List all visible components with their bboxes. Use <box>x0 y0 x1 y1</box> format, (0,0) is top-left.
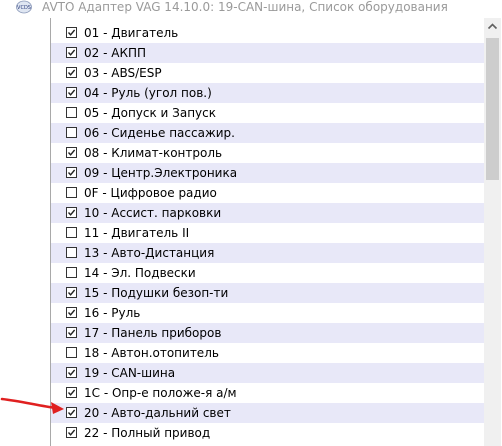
list-item-label: 13 - Авто-Дистанция <box>84 246 215 260</box>
checkmark-icon <box>67 409 76 416</box>
checkmark-icon <box>67 209 76 216</box>
checkbox[interactable] <box>66 207 77 218</box>
list-item[interactable]: 15 - Подушки безоп-ти <box>51 283 485 303</box>
checkbox[interactable] <box>66 287 77 298</box>
list-item-label: 19 - CAN-шина <box>84 366 176 380</box>
checkbox[interactable] <box>66 307 77 318</box>
equipment-list-window: VCDS AVTO Адаптер VAG 14.10.0: 19-CAN-ши… <box>0 0 502 446</box>
list-item-label: 09 - Центр.Электроника <box>84 166 238 180</box>
list-item[interactable]: 05 - Допуск и Запуск <box>51 103 485 123</box>
list-item-label: 03 - ABS/ESP <box>84 66 162 80</box>
list-item-label: 05 - Допуск и Запуск <box>84 106 217 120</box>
list-item[interactable]: 1C - Опр-е положе-я а/м <box>51 383 485 403</box>
list-item-label: 06 - Сиденье пассажир. <box>84 126 235 140</box>
list-item-label: 16 - Руль <box>84 306 141 320</box>
list-item[interactable]: 16 - Руль <box>51 303 485 323</box>
list-item-label: 08 - Климат-контроль <box>84 146 223 160</box>
list-item[interactable]: 10 - Ассист. парковки <box>51 203 485 223</box>
annotation-arrow-icon <box>0 397 64 414</box>
checkbox[interactable] <box>66 107 77 118</box>
checkmark-icon <box>67 49 76 56</box>
checkbox[interactable] <box>66 87 77 98</box>
list-item-label: 04 - Руль (угол пов.) <box>84 86 212 100</box>
checkmark-icon <box>67 169 76 176</box>
checkbox[interactable] <box>66 227 77 238</box>
list-item-label: 18 - Автон.отопитель <box>84 346 219 360</box>
checkbox[interactable] <box>66 407 77 418</box>
vertical-scrollbar[interactable] <box>484 18 501 446</box>
checkbox[interactable] <box>66 187 77 198</box>
list-item-label: 14 - Эл. Подвески <box>84 266 196 280</box>
checkbox[interactable] <box>66 147 77 158</box>
checkbox[interactable] <box>66 127 77 138</box>
list-item[interactable]: 08 - Климат-контроль <box>51 143 485 163</box>
checkmark-icon <box>67 389 76 396</box>
checkmark-icon <box>67 89 76 96</box>
vcds-app-icon: VCDS <box>16 0 32 14</box>
scrollbar-thumb[interactable] <box>486 38 499 180</box>
checkmark-icon <box>67 329 76 336</box>
list-item-label: 01 - Двигатель <box>84 26 179 40</box>
checkbox[interactable] <box>66 47 77 58</box>
list-item[interactable]: 04 - Руль (угол пов.) <box>51 83 485 103</box>
list-item[interactable]: 17 - Панель приборов <box>51 323 485 343</box>
checkmark-icon <box>67 149 76 156</box>
list-item[interactable]: 20 - Авто-дальний свет <box>51 403 485 423</box>
list-item[interactable]: 09 - Центр.Электроника <box>51 163 485 183</box>
list-item[interactable]: 02 - АКПП <box>51 43 485 63</box>
title-bar: VCDS AVTO Адаптер VAG 14.10.0: 19-CAN-ши… <box>0 0 502 18</box>
checkbox[interactable] <box>66 387 77 398</box>
list-item-label: 10 - Ассист. парковки <box>84 206 222 220</box>
list-item[interactable]: 22 - Полный привод <box>51 423 485 443</box>
list-item[interactable]: 11 - Двигатель II <box>51 223 485 243</box>
checkbox[interactable] <box>66 367 77 378</box>
checkbox[interactable] <box>66 267 77 278</box>
list-item[interactable]: 06 - Сиденье пассажир. <box>51 123 485 143</box>
window-title: AVTO Адаптер VAG 14.10.0: 19-CAN-шина, С… <box>42 0 448 14</box>
list-item-label: 20 - Авто-дальний свет <box>84 406 231 420</box>
checkbox[interactable] <box>66 27 77 38</box>
checkbox[interactable] <box>66 167 77 178</box>
checkbox[interactable] <box>66 427 77 438</box>
equipment-list[interactable]: 01 - Двигатель 02 - АКПП 03 - ABS/ESP 04 - … <box>50 18 501 446</box>
list-item-label: 15 - Подушки безоп-ти <box>84 286 229 300</box>
equipment-list-items: 01 - Двигатель 02 - АКПП 03 - ABS/ESP 04 - … <box>51 23 485 443</box>
checkbox[interactable] <box>66 347 77 358</box>
checkbox[interactable] <box>66 247 77 258</box>
scroll-up-arrow-icon[interactable] <box>484 18 501 35</box>
checkmark-icon <box>67 69 76 76</box>
list-item-label: 22 - Полный привод <box>84 426 211 440</box>
checkbox[interactable] <box>66 327 77 338</box>
list-item[interactable]: 0F - Цифровое радио <box>51 183 485 203</box>
list-item[interactable]: 18 - Автон.отопитель <box>51 343 485 363</box>
checkbox[interactable] <box>66 67 77 78</box>
checkmark-icon <box>67 289 76 296</box>
list-item-label: 11 - Двигатель II <box>84 226 190 240</box>
checkmark-icon <box>67 309 76 316</box>
list-item-label: 0F - Цифровое радио <box>84 186 217 200</box>
list-item-label: 02 - АКПП <box>84 46 147 60</box>
checkmark-icon <box>67 369 76 376</box>
list-item-label: 17 - Панель приборов <box>84 326 222 340</box>
svg-text:VCDS: VCDS <box>17 5 31 11</box>
list-item[interactable]: 01 - Двигатель <box>51 23 485 43</box>
list-item[interactable]: 19 - CAN-шина <box>51 363 485 383</box>
list-item[interactable]: 03 - ABS/ESP <box>51 63 485 83</box>
checkmark-icon <box>67 429 76 436</box>
list-item[interactable]: 14 - Эл. Подвески <box>51 263 485 283</box>
checkmark-icon <box>67 29 76 36</box>
list-item[interactable]: 13 - Авто-Дистанция <box>51 243 485 263</box>
list-item-label: 1C - Опр-е положе-я а/м <box>84 386 237 400</box>
